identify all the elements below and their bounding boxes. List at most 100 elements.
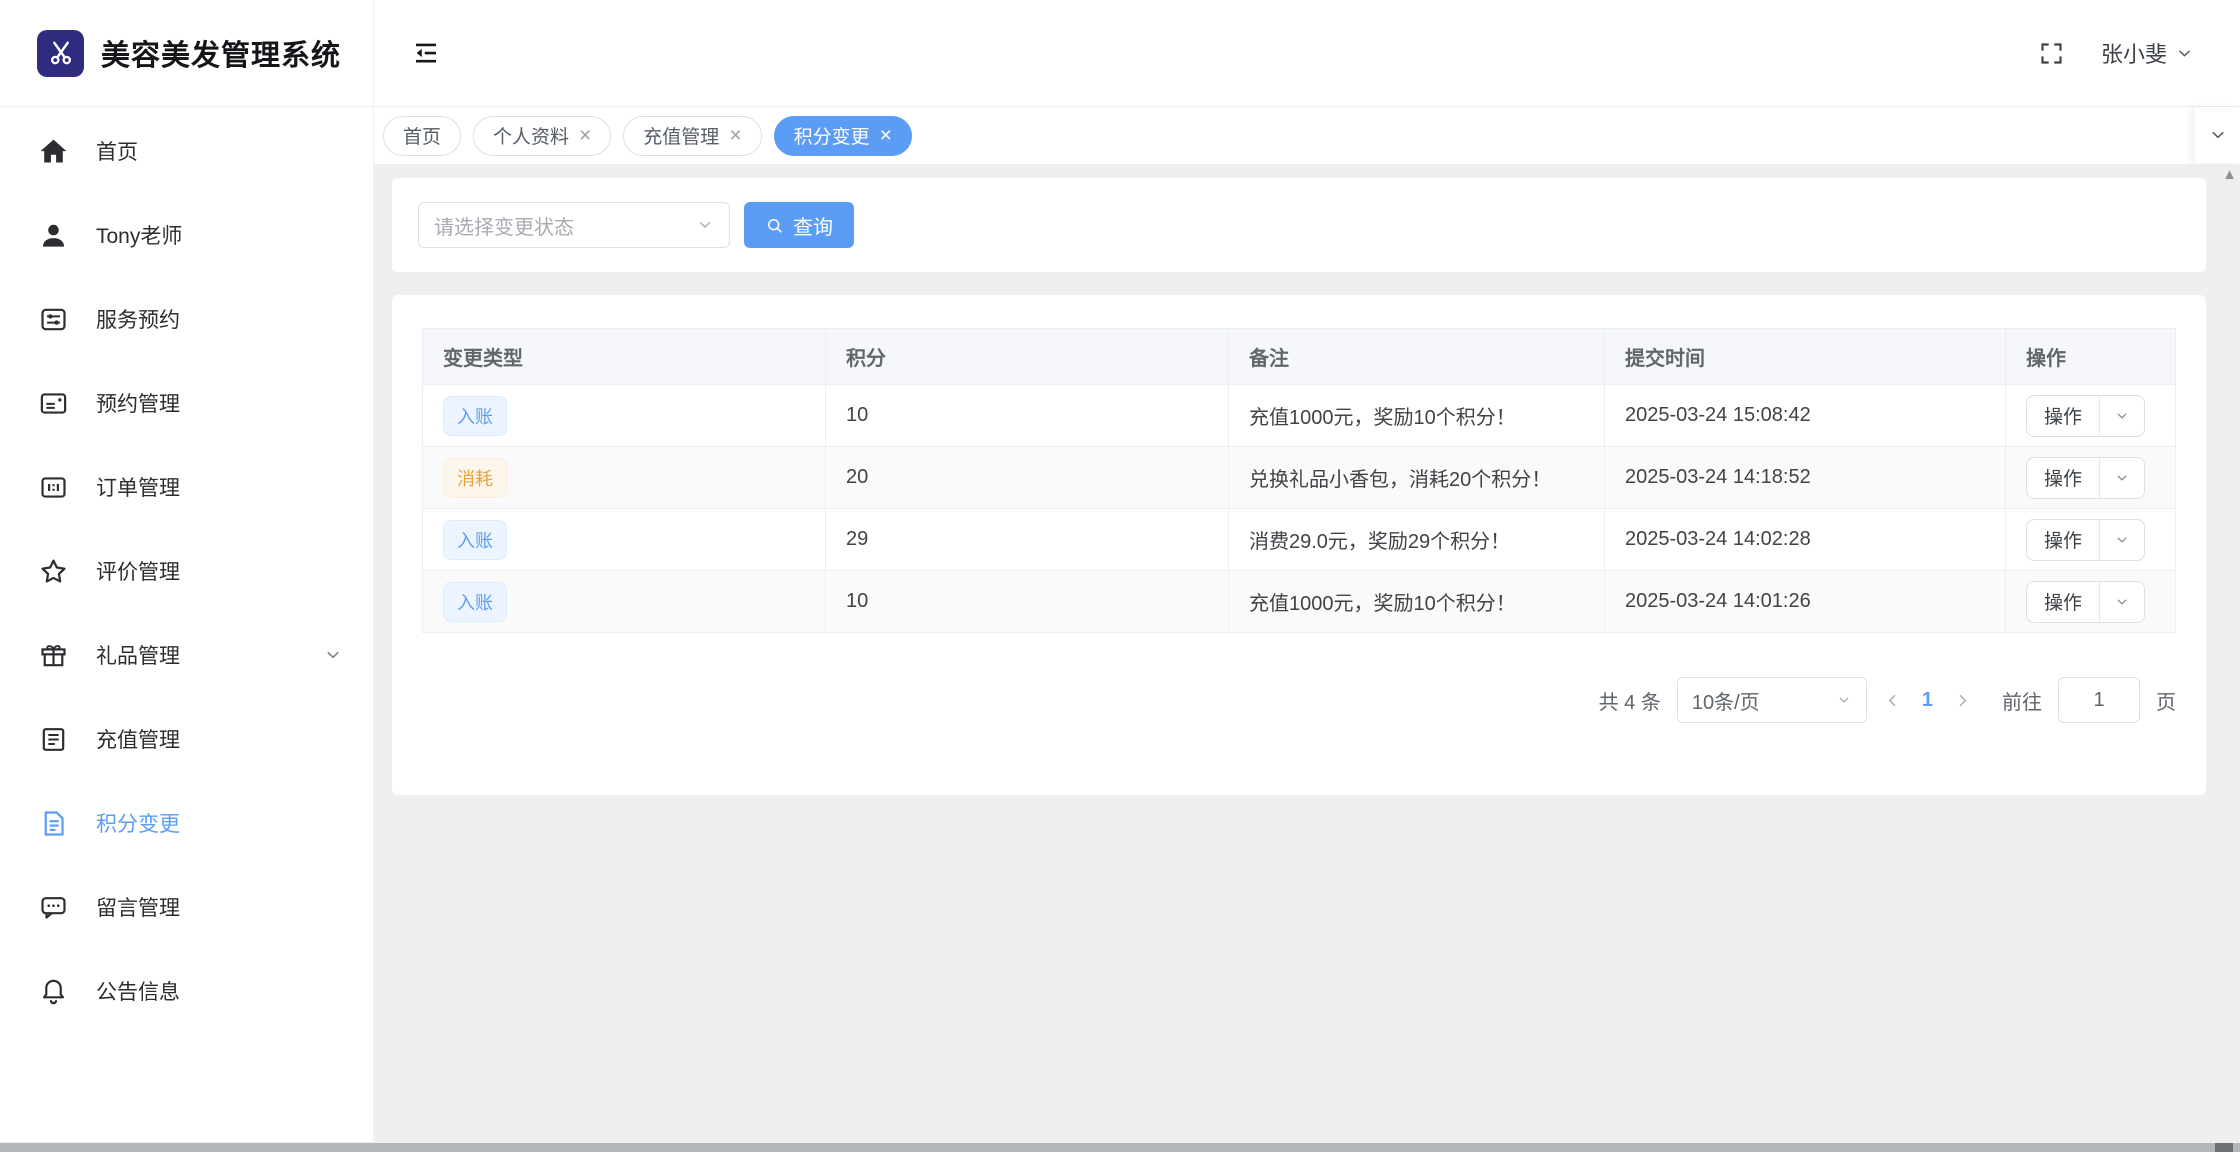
action-dropdown-button[interactable]: 操作 [2026,394,2146,437]
prev-page-button[interactable] [1883,691,1902,710]
scrollbar-up-arrow[interactable]: ▲ [2222,167,2237,182]
tab-bar: 首页 × 个人资料 × 充值管理 × 积分变更 × [374,107,2240,164]
remark-cell: 兑换礼品小香包，消耗20个积分！ [1228,446,1605,509]
points-cell: 20 [825,446,1229,509]
remark-cell: 充值1000元，奖励10个积分！ [1228,570,1605,633]
tab-overflow-button[interactable] [2195,107,2240,163]
chevron-down-icon [323,645,343,665]
search-button[interactable]: 查询 [744,202,854,248]
close-icon[interactable]: × [579,125,591,146]
action-dropdown-button[interactable]: 操作 [2026,518,2146,561]
sidebar: 首页 Tony老师 服务预约 预约管理 订单管理 评价管理 礼品管理 充值管理 … [0,107,374,1142]
topbar-main: 张小斐 [374,0,2240,106]
change-type-tag: 入账 [443,395,507,436]
logo-area: 美容美发管理系统 [0,0,374,106]
tab-label: 充值管理 [643,127,720,148]
table-row: 入账 10 充值1000元，奖励10个积分！ 2025-03-24 14:01:… [422,570,2176,633]
sidebar-item-label: 服务预约 [96,309,180,332]
table-header-row: 变更类型 积分 备注 提交时间 操作 [422,328,2176,385]
sidebar-item-label: 订单管理 [96,477,180,500]
goto-label: 前往 [2002,691,2042,714]
change-status-select[interactable]: 请选择变更状态 [418,202,730,248]
order-icon [38,472,69,503]
chevron-down-icon [2100,520,2144,560]
star-icon [38,556,69,587]
scissors-icon [46,38,76,68]
change-type-tag: 消耗 [443,457,507,498]
sidebar-item[interactable]: 充值管理 [0,697,373,781]
sidebar-item[interactable]: 服务预约 [0,277,373,361]
tab-label: 首页 [403,127,442,148]
chevron-down-icon [2100,396,2144,436]
user-menu[interactable]: 张小斐 [2101,37,2194,69]
column-header: 提交时间 [1604,328,2006,385]
table-row: 入账 29 消费29.0元，奖励29个积分！ 2025-03-24 14:02:… [422,508,2176,571]
chevron-down-icon [2100,458,2144,498]
column-header: 操作 [2005,328,2176,385]
points-cell: 29 [825,508,1229,571]
home-icon [38,136,69,167]
points-cell: 10 [825,570,1229,633]
goto-page-input[interactable] [2058,677,2140,723]
tab-label: 积分变更 [793,127,870,148]
remark-cell: 消费29.0元，奖励29个积分！ [1228,508,1605,571]
chevron-down-icon [2175,44,2194,63]
sidebar-item[interactable]: 预约管理 [0,361,373,445]
sidebar-item-label: 留言管理 [96,897,180,920]
tab[interactable]: 个人资料 × [473,115,612,156]
change-type-tag: 入账 [443,519,507,560]
fullscreen-button[interactable] [2038,40,2065,67]
sidebar-item-label: 公告信息 [96,981,180,1004]
sidebar-item[interactable]: 首页 [0,109,373,193]
app-title: 美容美发管理系统 [101,40,342,72]
sidebar-item-label: 礼品管理 [96,645,180,668]
sidebar-item-label: 预约管理 [96,393,180,416]
action-dropdown-button[interactable]: 操作 [2026,580,2146,623]
next-page-button[interactable] [1953,691,1972,710]
time-cell: 2025-03-24 14:02:28 [1604,508,2006,571]
close-icon[interactable]: × [729,125,741,146]
horizontal-scrollbar[interactable] [0,1143,2240,1152]
points-icon [38,808,69,839]
tab-label: 个人资料 [493,127,570,148]
table-card: 变更类型 积分 备注 提交时间 操作 入账 10 充值1000元，奖励10个积分… [392,295,2206,795]
gift-icon [38,640,69,671]
sidebar-item[interactable]: 留言管理 [0,865,373,949]
sidebar-collapse-button[interactable] [411,38,441,68]
page-number[interactable]: 1 [1918,689,1937,712]
sidebar-item[interactable]: 订单管理 [0,445,373,529]
tab[interactable]: 积分变更 × [773,115,912,156]
app-header: 美容美发管理系统 张小斐 [0,0,2240,107]
time-cell: 2025-03-24 15:08:42 [1604,384,2006,447]
user-name: 张小斐 [2100,42,2167,67]
points-change-table: 变更类型 积分 备注 提交时间 操作 入账 10 充值1000元，奖励10个积分… [422,328,2176,633]
time-cell: 2025-03-24 14:01:26 [1604,570,2006,633]
tab[interactable]: 充值管理 × [623,115,762,156]
close-icon[interactable]: × [880,125,892,146]
filter-card: 请选择变更状态 查询 [392,178,2206,272]
action-dropdown-button[interactable]: 操作 [2026,456,2146,499]
sidebar-item[interactable]: 公告信息 [0,949,373,1033]
sidebar-item[interactable]: 评价管理 [0,529,373,613]
user-icon [38,220,69,251]
table-row: 入账 10 充值1000元，奖励10个积分！ 2025-03-24 15:08:… [422,384,2176,447]
points-cell: 10 [825,384,1229,447]
scrollbar-thumb[interactable] [2215,1143,2233,1152]
chevron-down-icon [1836,692,1852,708]
time-cell: 2025-03-24 14:18:52 [1604,446,2006,509]
sidebar-item[interactable]: 积分变更 [0,781,373,865]
sidebar-item[interactable]: 礼品管理 [0,613,373,697]
pagination: 共 4 条 10条/页 1 前往 页 [422,677,2176,723]
column-header: 积分 [825,328,1229,385]
app-logo [37,29,84,77]
chevron-down-icon [696,216,714,234]
sidebar-item-label: 积分变更 [96,813,180,836]
page-size-select[interactable]: 10条/页 [1676,677,1867,723]
search-icon [765,216,784,235]
sidebar-item-label: 评价管理 [96,561,180,584]
tab[interactable]: 首页 × [383,115,462,156]
message-icon [38,892,69,923]
sidebar-item[interactable]: Tony老师 [0,193,373,277]
sidebar-item-label: 充值管理 [96,729,180,752]
column-header: 备注 [1228,328,1605,385]
